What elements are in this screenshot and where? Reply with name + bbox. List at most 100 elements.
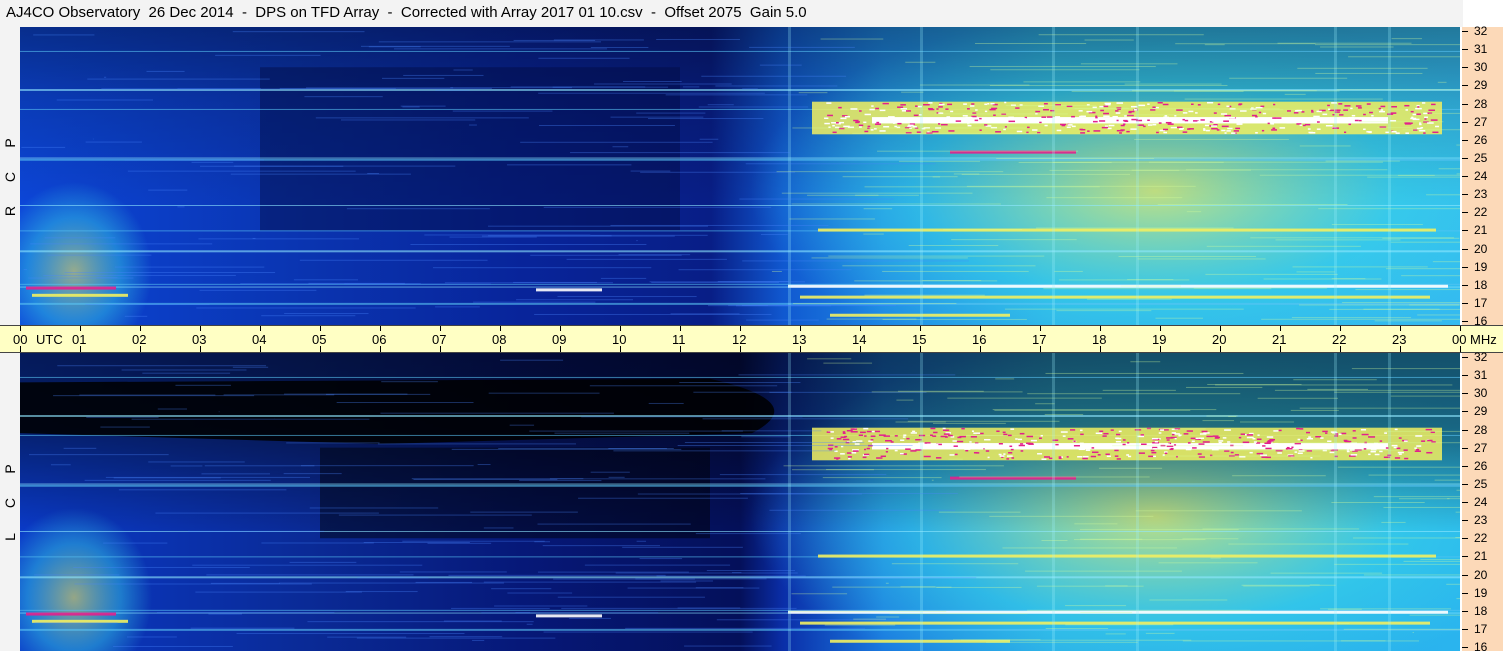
noise-line — [769, 509, 956, 511]
noise-line — [792, 127, 1026, 129]
noise-line — [1135, 510, 1302, 512]
band-speckle — [1002, 447, 1006, 450]
band-speckle — [1147, 119, 1150, 122]
frequency-tick-label: 30 — [1474, 386, 1488, 401]
band-speckle — [1035, 110, 1041, 113]
noise-line — [57, 365, 267, 367]
frequency-tick-label: 20 — [1474, 241, 1488, 256]
noise-line — [771, 270, 782, 272]
band-speckle — [1030, 439, 1037, 442]
frequency-tick-label: 18 — [1474, 603, 1488, 618]
band-speckle — [1062, 435, 1066, 437]
band-speckle — [1007, 434, 1012, 437]
frequency-tick-mark — [1462, 483, 1468, 485]
time-tick-mark — [260, 326, 261, 331]
band-speckle — [946, 116, 951, 118]
band-speckle — [1368, 453, 1371, 456]
noise-line — [1402, 129, 1460, 131]
time-tick-label: 15 — [912, 332, 927, 347]
band-speckle — [950, 436, 955, 438]
band-speckle — [925, 119, 929, 121]
band-speckle — [1421, 440, 1426, 442]
vertical-streak — [1334, 27, 1337, 325]
noise-line — [469, 124, 477, 126]
chart-title: AJ4CO Observatory 26 Dec 2014 - DPS on T… — [0, 0, 1463, 27]
band-speckle — [985, 450, 990, 452]
time-tick-mark — [200, 326, 201, 331]
noise-line — [230, 173, 411, 175]
band-speckle — [1414, 447, 1417, 449]
noise-line — [1385, 268, 1460, 270]
band-speckle — [979, 117, 982, 120]
band-speckle — [894, 118, 900, 121]
noise-line — [876, 616, 900, 618]
noise-line — [1381, 521, 1406, 523]
noise-line — [885, 582, 889, 584]
band-speckle — [1432, 131, 1439, 134]
noise-line — [452, 110, 553, 112]
band-speckle — [1108, 124, 1115, 127]
band-speckle — [964, 448, 971, 450]
noise-line — [1420, 559, 1460, 561]
frequency-tick-mark — [1462, 212, 1468, 214]
noise-line — [636, 112, 706, 114]
noise-line — [1157, 204, 1348, 206]
band-speckle — [1260, 105, 1265, 108]
noise-line — [530, 254, 682, 256]
frequency-tick-mark — [1462, 429, 1468, 431]
noise-line — [966, 185, 1196, 187]
noise-line — [1079, 529, 1239, 531]
band-speckle — [1226, 443, 1230, 445]
noise-line — [118, 489, 287, 491]
band-speckle — [1123, 123, 1126, 125]
noise-line — [974, 43, 1087, 45]
noise-line — [677, 607, 741, 609]
band-speckle — [1265, 447, 1272, 450]
noise-line — [477, 464, 491, 466]
band-speckle — [1416, 445, 1422, 447]
band-speckle — [1262, 445, 1266, 447]
noise-line — [381, 77, 445, 79]
band-speckle — [850, 431, 858, 433]
noise-line — [85, 141, 142, 143]
band-speckle — [1102, 445, 1109, 447]
frequency-tick-label: 29 — [1474, 78, 1488, 93]
band-speckle — [1167, 123, 1174, 125]
noise-line — [746, 319, 819, 321]
time-tick-mark — [440, 346, 441, 352]
frequency-tick-mark — [1462, 103, 1468, 105]
noise-line — [1456, 598, 1460, 600]
band-speckle — [1262, 112, 1267, 115]
time-tick-label: 12 — [732, 332, 747, 347]
band-speckle — [1151, 437, 1158, 440]
noise-line — [84, 479, 271, 481]
band-speckle — [942, 427, 946, 430]
band-speckle — [1414, 450, 1421, 452]
band-speckle — [1380, 105, 1386, 108]
noise-line — [1291, 442, 1460, 444]
band-speckle — [1274, 117, 1282, 119]
band-speckle — [1416, 448, 1420, 451]
noise-line — [104, 76, 107, 78]
band-speckle — [1106, 455, 1111, 458]
time-tick-mark — [1340, 346, 1341, 352]
noise-line — [742, 304, 768, 306]
time-tick-mark — [980, 346, 981, 352]
time-tick-mark — [740, 326, 741, 331]
band-speckle — [864, 435, 867, 437]
frequency-tick-label: 27 — [1474, 114, 1488, 129]
time-tick-mark — [380, 326, 381, 331]
noise-line — [1098, 467, 1163, 469]
band-speckle — [1410, 117, 1417, 120]
noise-line — [234, 165, 456, 167]
noise-line — [635, 578, 767, 580]
band-speckle — [1043, 102, 1048, 105]
frequency-tick-label: 20 — [1474, 567, 1488, 582]
band-speckle — [984, 124, 988, 126]
time-tick-mark — [920, 346, 921, 352]
band-speckle — [1182, 131, 1188, 133]
band-speckle — [863, 121, 867, 124]
band-speckle — [1164, 443, 1170, 445]
noise-line — [699, 138, 719, 140]
noise-line — [716, 619, 918, 621]
